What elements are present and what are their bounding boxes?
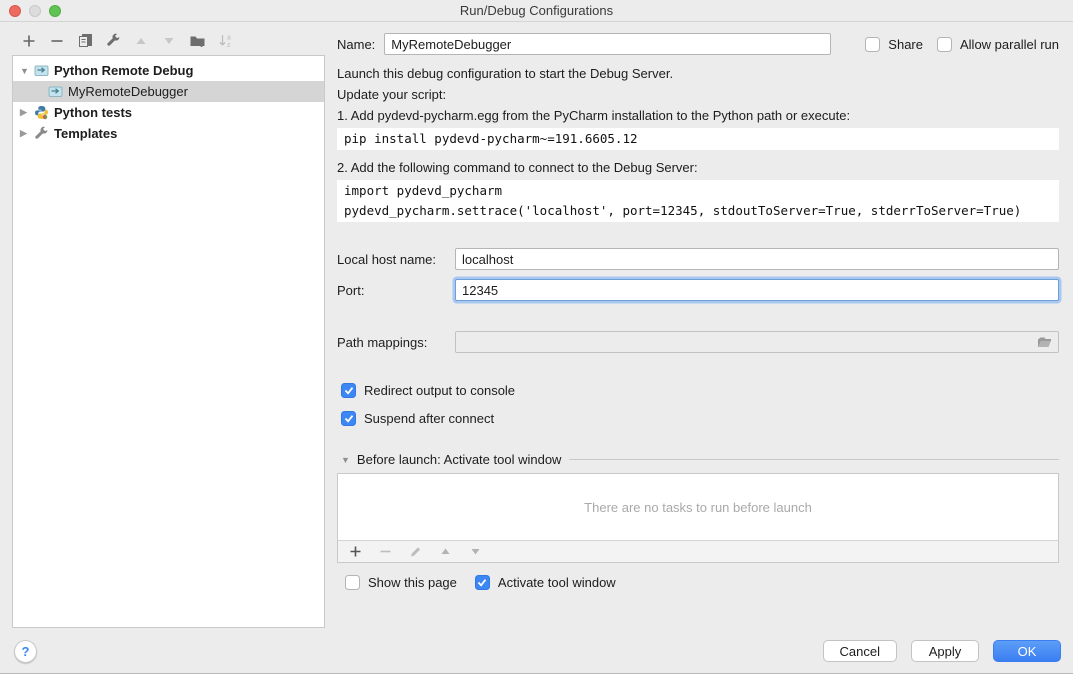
local-host-label: Local host name: [337,252,455,267]
configurations-sidebar: az ▼ Python Remote Debug MyRemoteDebugge… [0,22,325,628]
bottom-options-row: Show this page Activate tool window [337,575,1059,590]
tree-item-label: Python Remote Debug [54,63,193,78]
move-task-up-icon[interactable] [437,544,453,560]
tree-item-python-remote-debug[interactable]: ▼ Python Remote Debug [13,60,324,81]
instruction-intro: Launch this debug configuration to start… [337,63,1059,84]
suspend-after-connect-checkbox[interactable] [341,411,356,426]
share-checkbox[interactable] [865,37,880,52]
activate-tool-window-checkbox[interactable] [475,575,490,590]
allow-parallel-run-checkbox[interactable] [937,37,952,52]
copy-icon[interactable] [77,33,93,49]
empty-tasks-message: There are no tasks to run before launch [584,500,812,515]
before-launch-toolbar [338,540,1058,562]
zoom-window-button[interactable] [49,5,61,17]
run-config-icon [48,85,63,98]
ok-button[interactable]: OK [993,640,1061,662]
redirect-output-checkbox[interactable] [341,383,356,398]
tree-item-label: MyRemoteDebugger [68,84,188,99]
port-row: Port: [337,279,1059,301]
instruction-step1: 1. Add pydevd-pycharm.egg from the PyCha… [337,105,1059,126]
redirect-output-label: Redirect output to console [364,383,515,398]
allow-parallel-run-label: Allow parallel run [960,37,1059,52]
templates-wrench-icon [34,126,49,141]
path-mappings-field[interactable] [455,331,1059,353]
instruction-update: Update your script: [337,84,1059,105]
suspend-after-connect-label: Suspend after connect [364,411,494,426]
port-label: Port: [337,283,455,298]
name-row: Name: Share Allow parallel run [337,33,1059,55]
name-input[interactable] [384,33,831,55]
tree-item-templates[interactable]: ▶ Templates [13,123,324,144]
path-mappings-row: Path mappings: [337,331,1059,353]
cancel-button[interactable]: Cancel [823,640,897,662]
path-mappings-label: Path mappings: [337,335,455,350]
tree-item-label: Python tests [54,105,132,120]
chevron-collapsed-icon[interactable]: ▶ [20,107,34,118]
allow-parallel-run-checkbox-group[interactable]: Allow parallel run [937,37,1059,52]
settrace-code-line2: pydevd_pycharm.settrace('localhost', por… [344,201,1052,221]
instruction-step2: 2. Add the following command to connect … [337,157,1059,178]
add-task-icon[interactable] [347,544,363,560]
run-debug-configurations-dialog: Run/Debug Configurations [0,0,1073,674]
local-host-row: Local host name: [337,248,1059,270]
traffic-lights [9,5,61,17]
show-this-page-group[interactable]: Show this page [345,575,457,590]
remove-task-icon[interactable] [377,544,393,560]
share-checkbox-group[interactable]: Share [865,37,923,52]
sidebar-toolbar: az [12,30,325,55]
chevron-collapsed-icon[interactable]: ▶ [20,128,34,139]
run-config-icon [34,64,49,77]
before-launch-task-list[interactable]: There are no tasks to run before launch [338,474,1058,540]
remove-icon[interactable] [49,33,65,49]
settrace-code: import pydevd_pycharm pydevd_pycharm.set… [337,180,1059,222]
activate-tool-window-group[interactable]: Activate tool window [475,575,616,590]
close-window-button[interactable] [9,5,21,17]
add-icon[interactable] [21,33,37,49]
configurations-tree: ▼ Python Remote Debug MyRemoteDebugger ▶ [12,55,325,628]
tree-item-python-tests[interactable]: ▶ Python tests [13,102,324,123]
show-this-page-label: Show this page [368,575,457,590]
help-icon: ? [22,644,30,659]
svg-text:z: z [227,42,231,48]
chevron-expanded-icon[interactable]: ▼ [341,455,350,465]
move-up-icon[interactable] [133,33,149,49]
python-tests-icon [34,105,49,120]
chevron-expanded-icon[interactable]: ▼ [20,66,34,76]
show-this-page-checkbox[interactable] [345,575,360,590]
before-launch-tasks-panel: There are no tasks to run before launch [337,473,1059,563]
edit-wrench-icon[interactable] [105,33,121,49]
tree-item-label: Templates [54,126,117,141]
move-down-icon[interactable] [161,33,177,49]
help-button[interactable]: ? [14,640,37,663]
name-label: Name: [337,37,375,52]
before-launch-title: Before launch: Activate tool window [357,452,562,467]
redirect-output-row[interactable]: Redirect output to console [337,383,1059,398]
share-label: Share [888,37,923,52]
port-input[interactable] [455,279,1059,301]
svg-text:a: a [227,35,231,42]
local-host-input[interactable] [455,248,1059,270]
browse-folder-icon[interactable] [1036,336,1053,349]
suspend-after-connect-row[interactable]: Suspend after connect [337,411,1059,426]
dialog-footer: ? Cancel Apply OK [0,628,1073,674]
tree-item-my-remote-debugger[interactable]: MyRemoteDebugger [13,81,324,102]
settrace-code-line1: import pydevd_pycharm [344,181,1052,201]
title-bar: Run/Debug Configurations [0,0,1073,22]
edit-task-icon[interactable] [407,544,423,560]
window-title: Run/Debug Configurations [460,3,613,18]
section-divider [569,459,1059,460]
minimize-window-button[interactable] [29,5,41,17]
move-task-down-icon[interactable] [467,544,483,560]
sort-alphabetically-icon[interactable]: az [217,33,233,49]
new-folder-icon[interactable] [189,33,205,49]
pip-install-code: pip install pydevd-pycharm~=191.6605.12 [337,128,1059,150]
activate-tool-window-label: Activate tool window [498,575,616,590]
apply-button[interactable]: Apply [911,640,979,662]
configuration-editor: Name: Share Allow parallel run Launch th… [325,22,1073,628]
before-launch-header[interactable]: ▼ Before launch: Activate tool window [337,452,1059,467]
